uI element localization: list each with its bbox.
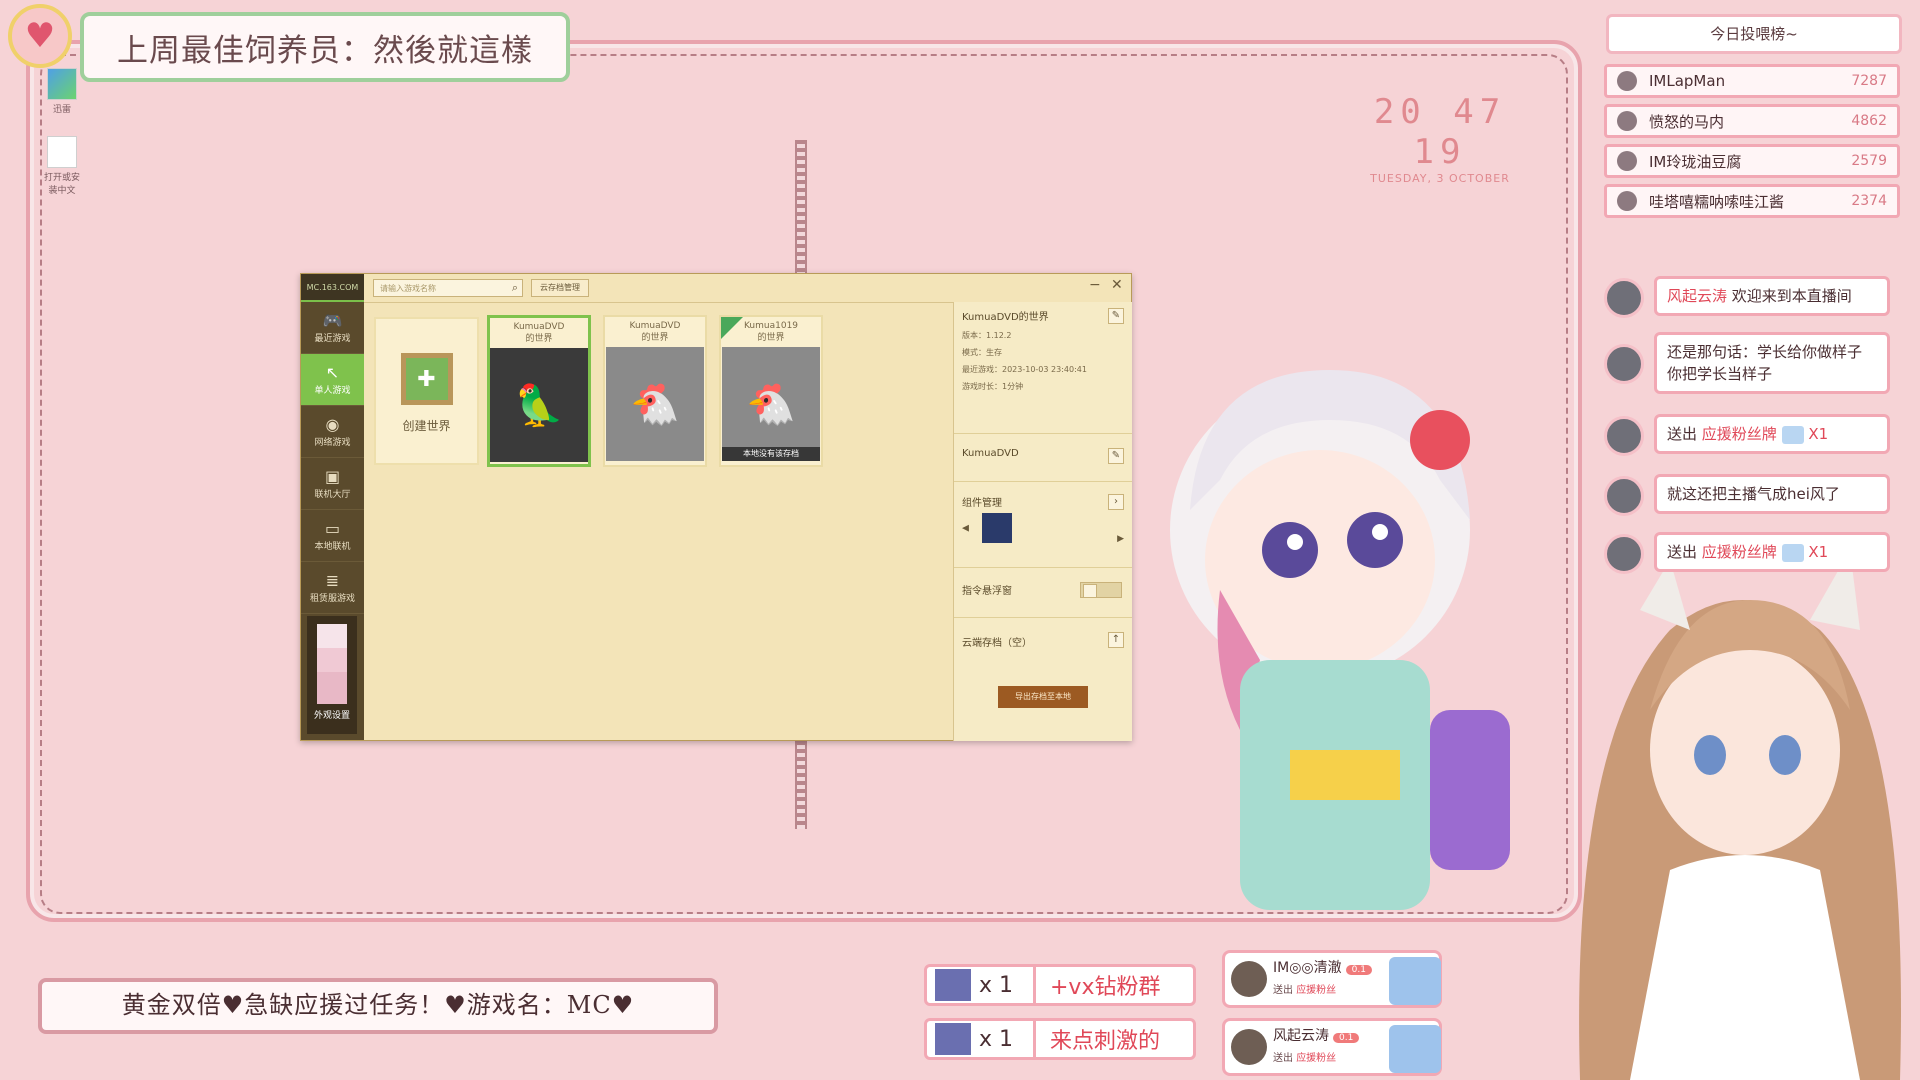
mod-thumbnail[interactable] — [981, 513, 1012, 543]
desktop-clock: 20 47 19 TUESDAY, 3 OCTOBER — [1360, 92, 1520, 185]
clock-date: TUESDAY, 3 OCTOBER — [1370, 172, 1510, 185]
chain-decoration-top — [795, 140, 807, 273]
avatar — [1617, 111, 1637, 131]
chat-message: 就这还把主播气成hei风了 — [1654, 474, 1890, 514]
app-shortcut-icon — [47, 68, 77, 100]
arrow-icon: ↖ — [325, 363, 340, 382]
gift-icon — [1781, 425, 1804, 444]
chain-decoration-bottom — [795, 741, 807, 829]
cloud-save-section: 云端存档（空） ↑ — [954, 618, 1132, 674]
level-badge: 0.1 — [1333, 1033, 1360, 1043]
chat-gift-message: 送出 应援粉丝牌 X1 — [1654, 414, 1890, 454]
world-card[interactable]: Kumua1019 的世界 🐔 本地没有该存档 — [719, 315, 823, 467]
skin-preview[interactable]: 外观设置 — [307, 616, 357, 734]
player-section: KumuaDVD ✎ — [954, 434, 1132, 482]
world-info-section: KumuaDVD的世界 ✎ 版本：1.12.2 模式：生存 最近游戏：2023-… — [954, 302, 1132, 434]
nav-local-multiplayer[interactable]: ▭ 本地联机 — [301, 510, 364, 562]
banner-title: 上周最佳饲养员：然後就這樣 — [117, 32, 533, 69]
desktop-icon-file[interactable]: 打开或安装中文 — [42, 136, 82, 196]
gamepad-icon: 🎮 — [322, 311, 343, 330]
leaderboard-title: 今日投喂榜~ — [1606, 14, 1902, 54]
parrot-thumbnail: 🦜 — [490, 348, 588, 462]
grass-block-icon: ✚ — [400, 353, 453, 405]
world-detail-panel: KumuaDVD的世界 ✎ 版本：1.12.2 模式：生存 最近游戏：2023-… — [953, 302, 1132, 741]
missing-save-note: 本地没有该存档 — [722, 447, 820, 461]
chicken-thumbnail: 🐔 — [606, 347, 704, 461]
lobby-icon: ▣ — [324, 467, 341, 486]
world-card[interactable]: KumuaDVD 的世界 🐔 — [603, 315, 707, 467]
nav-recent-games[interactable]: 🎮 最近游戏 — [301, 302, 364, 354]
edit-icon[interactable]: ✎ — [1108, 308, 1124, 324]
avatar — [1617, 151, 1637, 171]
leaderboard-row: 哇塔嘻糯呐嗦哇江酱 2374 — [1604, 184, 1900, 218]
gift-goal: x 1 来点刺激的 — [924, 1018, 1196, 1060]
avatar — [1604, 476, 1644, 516]
export-save-button[interactable]: 导出存档至本地 — [998, 686, 1088, 708]
level-badge: 0.1 — [1345, 965, 1372, 975]
world-card[interactable]: KumuaDVD 的世界 🦜 — [487, 315, 591, 467]
vtuber-avatar — [1579, 550, 1901, 1080]
announcement-marquee: 黄金双倍♥急缺应援过任务！♥游戏名：MC♥ — [38, 978, 718, 1034]
avatar — [1604, 278, 1644, 318]
gift-box-icon — [1389, 1025, 1441, 1073]
arrow-left-icon[interactable]: ◀ — [962, 524, 969, 534]
search-icon[interactable]: ⌕ — [512, 281, 518, 295]
command-window-section: 指令悬浮窗 — [954, 568, 1132, 618]
globe-icon: ◉ — [325, 415, 340, 434]
leaderboard-row: 愤怒的马内 4862 — [1604, 104, 1900, 138]
clock-time: 20 47 19 — [1373, 92, 1507, 172]
gift-box-icon — [1389, 957, 1441, 1005]
chat-gift-message: 送出 应援粉丝牌 X1 — [1654, 532, 1890, 572]
avatar — [1231, 961, 1267, 997]
game-launcher-window: MC.163.COM 🎮 最近游戏 ↖ 单人游戏 ◉ 网络游戏 ▣ 联机大厅 ▭ 本地联机… — [300, 273, 1132, 741]
gift-icon — [935, 969, 971, 1001]
title-banner: 上周最佳饲养员：然後就這樣 — [80, 12, 570, 82]
nav-rental-servers[interactable]: ≣ 租赁服游戏 — [301, 562, 364, 614]
nav-lobby[interactable]: ▣ 联机大厅 — [301, 458, 364, 510]
chicken-thumbnail: 🐔 本地没有该存档 — [722, 347, 820, 461]
chat-message: 风起云涛 欢迎来到本直播间 — [1654, 276, 1890, 316]
supporter-card: IM◎◎清澈 0.1 送出 应援粉丝 — [1222, 950, 1442, 1008]
launcher-logo: MC.163.COM — [301, 274, 364, 302]
anime-girl-illustration — [1170, 370, 1510, 910]
nav-network-games[interactable]: ◉ 网络游戏 — [301, 406, 364, 458]
avatar — [1604, 534, 1644, 574]
player-skin-figure — [317, 624, 347, 704]
list-icon: ≣ — [325, 571, 340, 590]
leaderboard-row: IM玲珑油豆腐 2579 — [1604, 144, 1900, 178]
leaderboard-row: IMLapMan 7287 — [1604, 64, 1900, 98]
cloud-save-button[interactable]: 云存档管理 — [531, 279, 589, 297]
heart-badge-icon: ♥ — [8, 4, 72, 68]
avatar — [1604, 344, 1644, 384]
create-world-button[interactable]: ✚ 创建世界 — [374, 317, 479, 465]
minimize-icon[interactable]: − — [1089, 277, 1101, 293]
gift-icon — [1781, 543, 1804, 562]
gift-goal: x 1 +vx钻粉群 — [924, 964, 1196, 1006]
avatar — [1617, 191, 1637, 211]
supporter-card: 风起云涛 0.1 送出 应援粉丝 — [1222, 1018, 1442, 1076]
chat-message: 还是那句话：学长给你做样子 你把学长当样子 — [1654, 332, 1890, 394]
avatar — [1617, 71, 1637, 91]
monitor-icon: ▭ — [324, 519, 341, 538]
avatar — [1231, 1029, 1267, 1065]
launcher-sidebar: MC.163.COM 🎮 最近游戏 ↖ 单人游戏 ◉ 网络游戏 ▣ 联机大厅 ▭ 本地联机… — [301, 274, 364, 740]
cloud-ribbon-icon — [721, 317, 743, 339]
close-icon[interactable]: ✕ — [1111, 277, 1123, 293]
avatar — [1604, 416, 1644, 456]
game-search-input[interactable]: 请输入游戏名称 ⌕ — [373, 279, 523, 297]
desktop-icon-app[interactable]: 迅雷 — [42, 68, 82, 115]
mods-section: 组件管理 › ◀ ▶ — [954, 482, 1132, 568]
nav-single-player[interactable]: ↖ 单人游戏 — [301, 354, 364, 406]
gift-icon — [935, 1023, 971, 1055]
document-icon — [47, 136, 77, 168]
